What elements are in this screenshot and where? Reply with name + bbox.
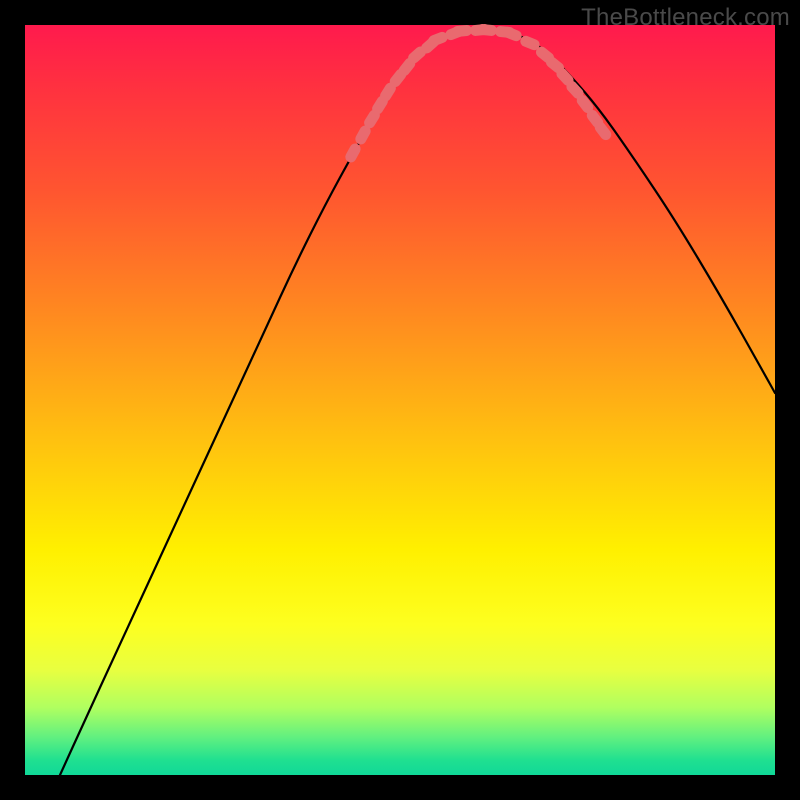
curve-layer — [25, 25, 775, 775]
curve-marker — [343, 142, 362, 165]
watermark-text: TheBottleneck.com — [581, 4, 790, 32]
marker-layer — [343, 24, 613, 165]
bottleneck-curve — [60, 30, 775, 775]
plot-area — [25, 25, 775, 775]
chart-frame: TheBottleneck.com — [0, 0, 800, 800]
curve-marker — [452, 25, 473, 38]
